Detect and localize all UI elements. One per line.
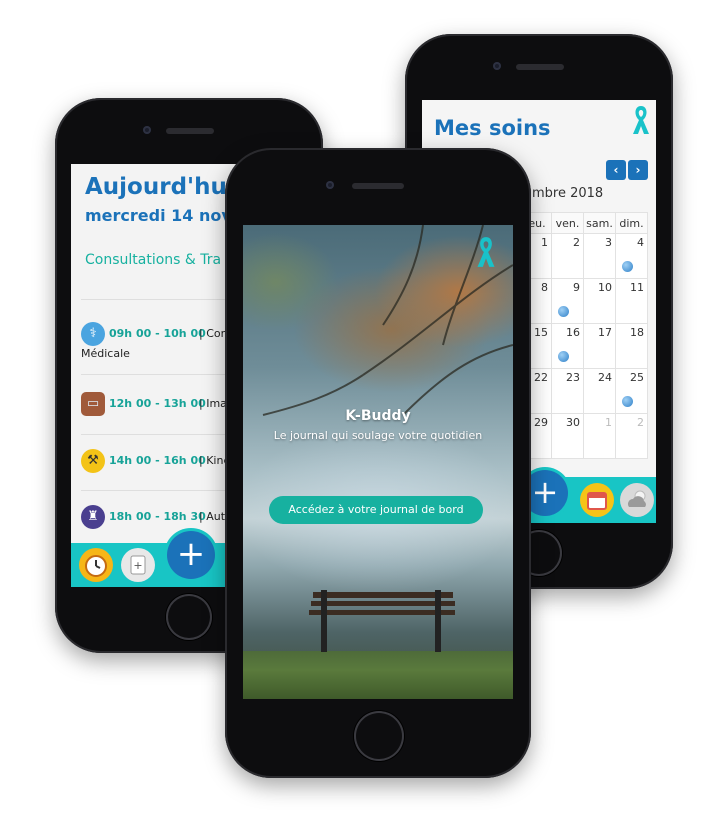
month-label: mbre 2018 [532,186,604,201]
calendar-day[interactable]: 9 [551,278,584,324]
alarm-clock-icon[interactable] [79,548,113,582]
stethoscope-icon: ⚕ [81,322,105,346]
calendar-day[interactable]: 1 [583,413,616,459]
appointment-time: 12h 00 - 13h 00 [109,397,206,410]
lighthouse-icon: ♜ [81,505,105,529]
appointment-time: 09h 00 - 10h 00 [109,327,206,340]
calendar-icon[interactable] [580,483,614,517]
weekday-header: ven. [551,212,584,234]
appointment-time: 14h 00 - 16h 00 [109,454,206,467]
svg-text:+: + [133,559,142,572]
calendar-day[interactable]: 23 [551,368,584,414]
bench-image [309,590,455,652]
appointment-label-line2: Médicale [81,347,130,360]
event-dot-icon [622,261,633,272]
calendar-day[interactable]: 10 [583,278,616,324]
app-name: K-Buddy [345,408,411,424]
home-button[interactable] [354,711,404,761]
home-button[interactable] [166,594,212,640]
front-camera [143,126,151,134]
calendar-day[interactable]: 3 [583,233,616,279]
prev-month-button[interactable]: ‹ [606,160,626,180]
weekday-header: dim. [615,212,648,234]
center-screen: K-Buddy Le journal qui soulage votre quo… [243,225,513,699]
event-dot-icon [622,396,633,407]
calendar-day[interactable]: 30 [551,413,584,459]
calendar-day[interactable]: 11 [615,278,648,324]
front-camera [326,181,334,189]
dumbbell-icon: ⚒ [81,449,105,473]
open-journal-button[interactable]: Accédez à votre journal de bord [269,496,483,524]
page-title: Aujourd'hui, [85,174,244,200]
calendar-day[interactable]: 4 [615,233,648,279]
next-month-button[interactable]: › [628,160,648,180]
calendar-day[interactable]: 24 [583,368,616,414]
speaker [166,128,214,134]
section-heading[interactable]: Consultations & Tra [85,252,221,268]
calendar-day[interactable]: 16 [551,323,584,369]
appointment-time: 18h 00 - 18h 30 [109,510,206,523]
calendar-day[interactable]: 18 [615,323,648,369]
event-dot-icon [558,351,569,362]
ribbon-logo-icon [633,106,649,134]
event-dot-icon [558,306,569,317]
tagline: Le journal qui soulage votre quotidien [273,429,483,442]
phone-center: K-Buddy Le journal qui soulage votre quo… [225,148,531,778]
calendar-day[interactable]: 17 [583,323,616,369]
add-button[interactable]: + [167,531,215,579]
calendar-day[interactable]: 2 [551,233,584,279]
date-label: mercredi 14 nov [85,206,232,225]
front-camera [493,62,501,70]
calendar-grid: jeu. ven. sam. dim. 1 2 3 4 8 9 10 11 15… [519,212,648,459]
page-title: Mes soins [434,116,551,140]
calendar-day[interactable]: 25 [615,368,648,414]
ribbon-logo-icon [477,237,495,267]
speaker [516,64,564,70]
monitor-icon: ▭ [81,392,105,416]
medical-note-icon[interactable]: + [121,548,155,582]
speaker [352,183,404,189]
weekday-header: sam. [583,212,616,234]
grass [243,651,513,699]
calendar-day[interactable]: 2 [615,413,648,459]
weather-cloud-icon[interactable] [620,483,654,517]
